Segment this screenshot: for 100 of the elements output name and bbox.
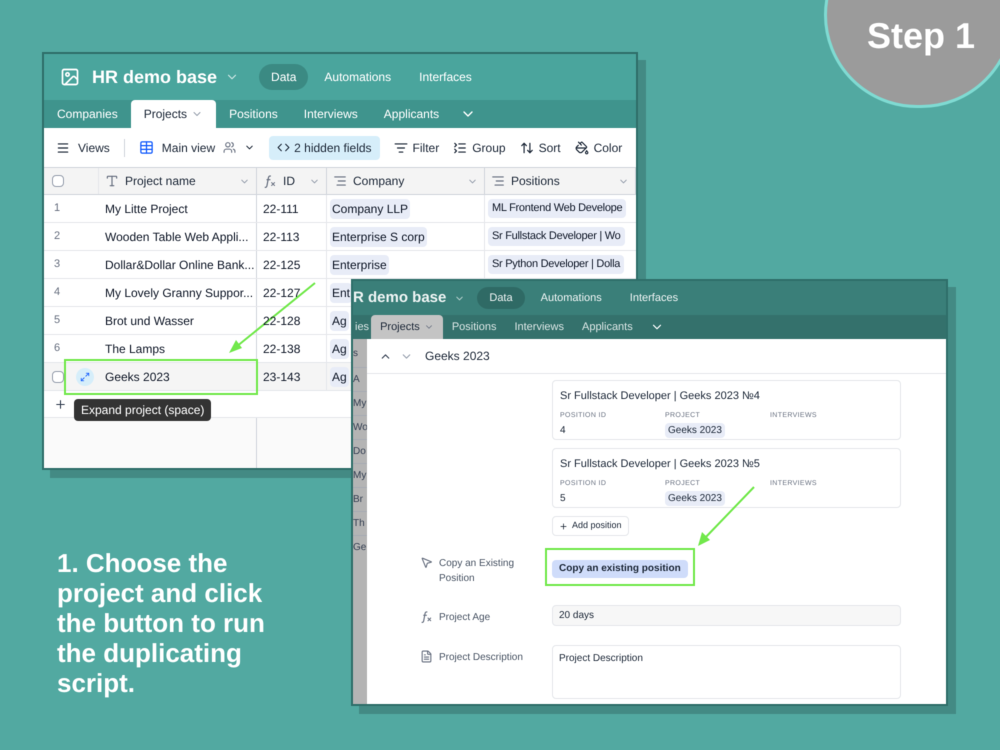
linked-record-icon [491, 174, 505, 188]
row-number: 1 [53, 201, 60, 216]
row-number: 4 [53, 285, 60, 300]
table-cell-text: s [353, 346, 358, 360]
hidden-fields-button[interactable]: 2 hidden fields [269, 136, 380, 160]
company-chip: Ent [330, 282, 352, 302]
fx-icon [420, 610, 433, 623]
table-tab[interactable]: Interviews [290, 100, 371, 128]
position-chip: Sr Fullstack Developer | Wo [488, 227, 624, 246]
position-chip: Sr Python Developer | Dolla [488, 255, 624, 274]
card-title: Sr Fullstack Developer | Geeks 2023 №4 [560, 389, 761, 404]
description-field[interactable]: Project Description [552, 645, 901, 699]
company-chip: Enterprise S corp [330, 226, 427, 246]
table-tab[interactable]: Applicants [572, 315, 642, 339]
table-tab[interactable]: Projects [130, 100, 216, 128]
table-tab[interactable]: Interviews [505, 315, 573, 339]
table-cell-text: 22-113 [263, 228, 300, 246]
cursor-icon [420, 556, 433, 569]
card-title: Sr Fullstack Developer | Geeks 2023 №5 [560, 457, 761, 472]
formula-field: 20 days [552, 605, 901, 626]
table-cell-text: 22-125 [263, 256, 300, 274]
project-chip: Geeks 2023 [665, 423, 725, 438]
add-row-icon[interactable] [54, 398, 67, 410]
hidden-fields-icon [277, 141, 290, 154]
company-chip: Ag [330, 310, 349, 330]
row-checkbox[interactable] [52, 370, 64, 382]
row-number: 6 [53, 341, 60, 356]
company-chip: Ag [330, 366, 349, 386]
table-tab[interactable]: Positions [216, 100, 291, 128]
image-icon [60, 67, 80, 87]
field-name: Project Age [439, 611, 492, 625]
table-cell-text: Br [353, 493, 363, 507]
table-tab[interactable]: Projects [371, 315, 443, 339]
field-name: Project Description [439, 651, 524, 665]
table-cell-text: 23-143 [263, 368, 300, 386]
table-tab[interactable]: ies [353, 315, 372, 339]
column-header[interactable]: Company [327, 168, 485, 194]
table-cell-text: A [353, 373, 360, 387]
base-title: R demo base [353, 288, 446, 308]
plus-icon [559, 522, 568, 530]
add-position-button[interactable]: Add position [552, 516, 629, 536]
instruction-text: 1. Choose the project and click the button to run the duplicating script. [57, 548, 266, 698]
column-header[interactable]: ID [257, 168, 327, 194]
company-chip: Ag [330, 338, 349, 358]
table-cell-text: Brot und Wasser [105, 312, 194, 330]
toolbar-button[interactable]: Group [453, 138, 506, 156]
table-cell-text: 22-127 [263, 284, 300, 302]
pointer-arrow [698, 486, 755, 546]
table-tab[interactable]: Positions [442, 315, 506, 339]
position-chip: ML Frontend Web Develope [488, 199, 626, 218]
nav-tab[interactable]: Data [259, 64, 308, 90]
expand-icon [80, 372, 90, 382]
company-chip: Enterprise [330, 254, 389, 274]
expand-row-button[interactable] [76, 368, 94, 386]
group-icon [453, 140, 468, 154]
nav-tab[interactable]: Data [477, 287, 525, 309]
toolbar-button[interactable]: Filter [394, 138, 440, 156]
column-header[interactable]: Project name [99, 168, 257, 194]
step-badge: Step 1 [824, 0, 1000, 108]
copy-position-button[interactable]: Copy an existing position [552, 560, 688, 578]
column-header[interactable]: Positions [485, 168, 636, 194]
project-chip: Geeks 2023 [665, 491, 725, 506]
field-value: 4 [560, 424, 566, 438]
table-cell-text: My [353, 469, 366, 483]
table-cell-text: Do [353, 445, 366, 459]
table-cell-text: Wooden Table Web Appli... [105, 228, 248, 246]
row-number: 3 [53, 257, 60, 272]
table-cell-text: Th [353, 517, 365, 531]
table-cell-text: Geeks 2023 [105, 368, 170, 386]
table-cell-text: My Litte Project [105, 200, 188, 218]
field-name: Copy an Existing Position [439, 557, 516, 586]
company-chip: Company LLP [330, 198, 410, 218]
paint-bucket-icon [574, 140, 589, 154]
views-button[interactable]: Views [56, 138, 110, 156]
linked-record-icon [333, 174, 347, 188]
users-icon [223, 141, 236, 154]
table-tab[interactable]: Applicants [370, 100, 452, 128]
menu-icon [56, 140, 70, 154]
fx-icon [263, 174, 277, 188]
record-title: Geeks 2023 [425, 348, 490, 365]
table-cell-text: Dollar&Dollar Online Bank... [105, 256, 254, 274]
toolbar-button[interactable]: Color [574, 138, 622, 156]
select-all-checkbox[interactable] [52, 175, 64, 187]
table-cell-text: My Lovely Granny Suppor... [105, 284, 254, 302]
table-cell-text: Ge [353, 541, 366, 555]
base-title: HR demo base [92, 66, 218, 88]
row-number: 2 [53, 229, 60, 244]
expand-tooltip: Expand project (space) [74, 399, 212, 421]
nav-tab[interactable]: Automations [528, 287, 614, 309]
long-text-icon [420, 650, 433, 663]
table-cell-text: 22-138 [263, 340, 300, 358]
view-switcher[interactable]: Main view [138, 138, 256, 156]
table-cell-text: 22-111 [263, 200, 299, 218]
field-value: 5 [560, 492, 566, 506]
table-tab[interactable]: Companies [44, 100, 131, 128]
row-number: 5 [53, 313, 60, 328]
toolbar-button[interactable]: Sort [520, 138, 561, 156]
text-type-icon [105, 174, 119, 188]
sort-icon [520, 140, 534, 154]
nav-tab[interactable]: Interfaces [618, 287, 690, 309]
